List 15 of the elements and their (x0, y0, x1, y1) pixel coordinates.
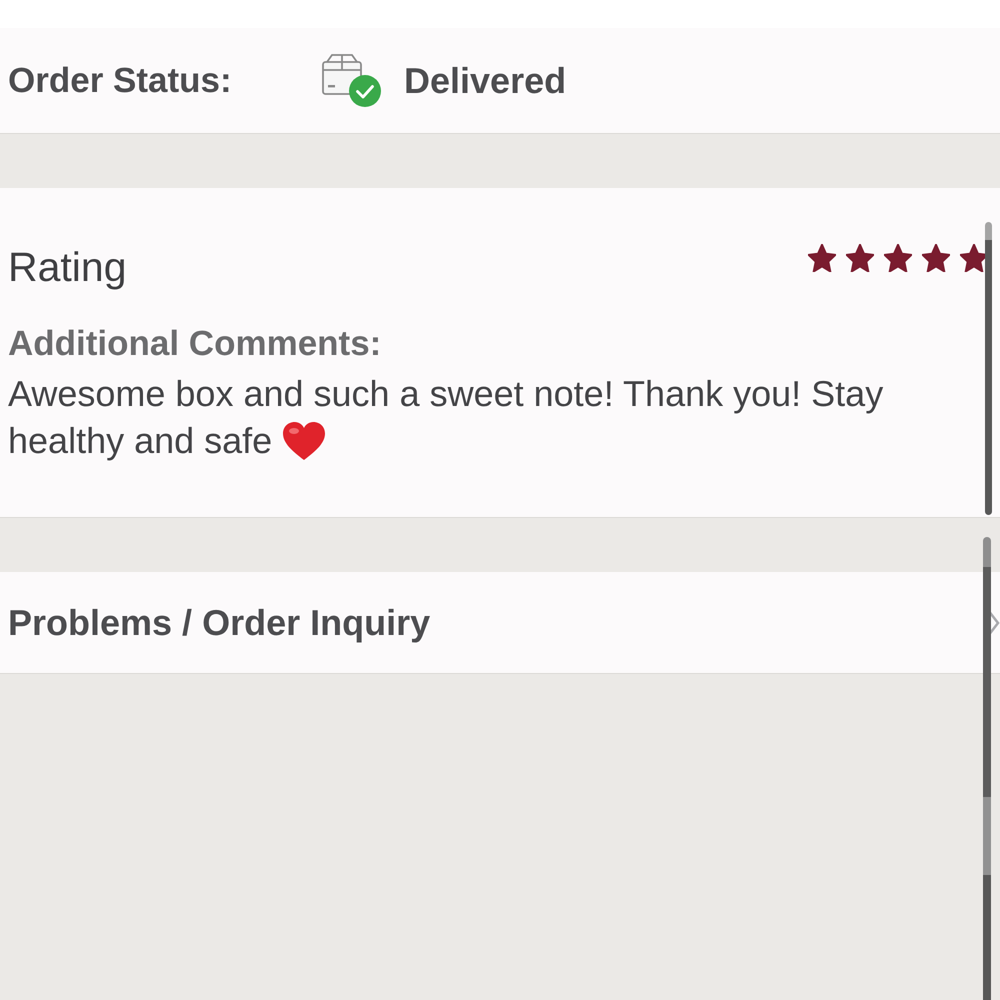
star-filled-icon (846, 244, 874, 272)
star-filled-icon (884, 244, 912, 272)
star-filled-icon (922, 244, 950, 272)
comments-label: Additional Comments: (8, 323, 382, 365)
comment-text: Awesome box and such a sweet note! Thank you! Stay healthy and safe (8, 372, 884, 463)
rating-title: Rating (8, 243, 127, 292)
order-inquiry-row[interactable]: Problems / Order Inquiry (0, 572, 1000, 674)
star-filled-icon (960, 244, 988, 272)
scroll-bar[interactable] (983, 537, 991, 1000)
scroll-bar[interactable] (985, 222, 992, 515)
box-check-icon (322, 54, 382, 108)
star-filled-icon (808, 244, 836, 272)
heart-icon (282, 421, 326, 461)
order-status-value: Delivered (404, 60, 566, 102)
order-status-label: Order Status: (8, 60, 233, 100)
